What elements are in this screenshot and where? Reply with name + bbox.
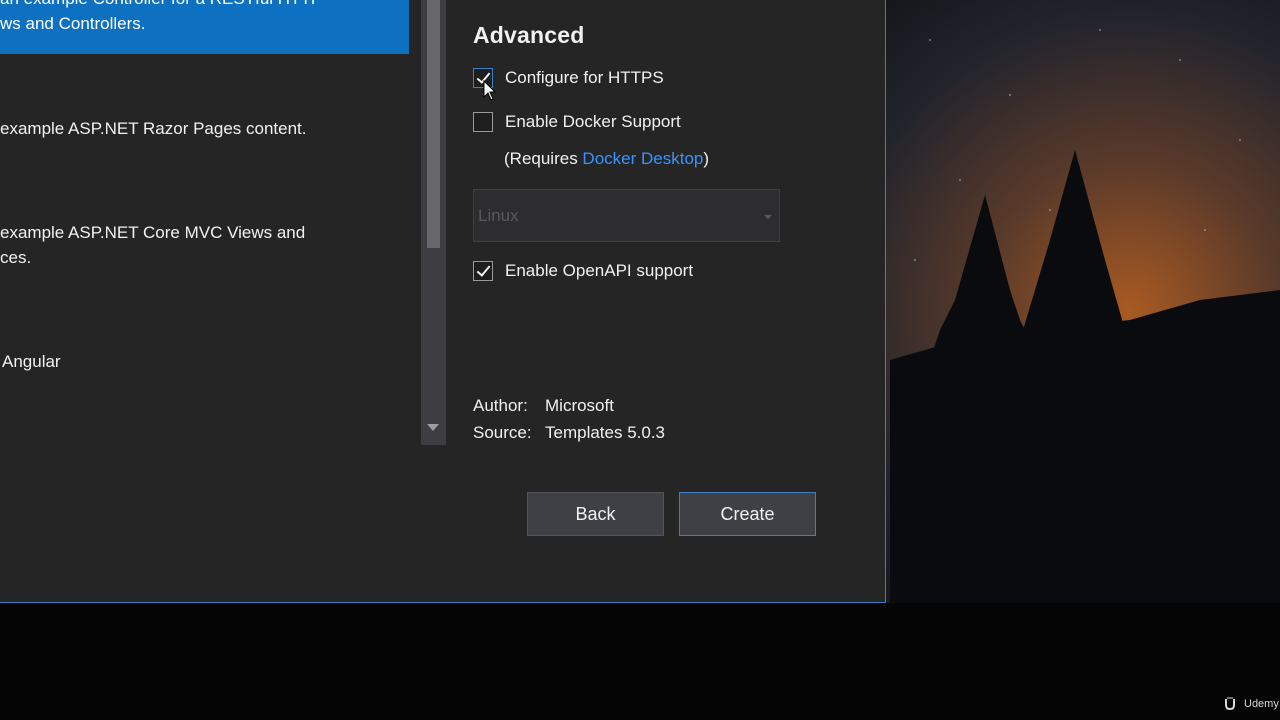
scrollbar-thumb[interactable] (427, 0, 440, 248)
docker-support-checkbox[interactable] (473, 112, 493, 132)
template-description-line: Angular (2, 352, 61, 371)
configure-https-label[interactable]: Configure for HTTPS (505, 68, 664, 88)
template-description-line: an example Controller for a RESTful HTTP (0, 0, 322, 11)
template-description-line: ws and Controllers. (0, 14, 146, 33)
advanced-section-title: Advanced (473, 22, 585, 48)
openapi-support-option[interactable]: Enable OpenAPI support (473, 261, 693, 281)
udemy-watermark: Udemy (1224, 697, 1279, 711)
template-list-scrollbar[interactable] (421, 0, 446, 445)
docker-requirement-note: (Requires Docker Desktop) (504, 149, 709, 169)
chevron-down-icon (764, 215, 772, 219)
openapi-support-label[interactable]: Enable OpenAPI support (505, 261, 693, 281)
template-list-item-selected[interactable]: an example Controller for a RESTful HTTP… (0, 0, 409, 54)
template-list: an example Controller for a RESTful HTTP… (0, 0, 420, 445)
docker-os-select-value: Linux (478, 206, 519, 225)
author-label: Author: (473, 396, 528, 415)
source-info: Source: Templates 5.0.3 (473, 423, 665, 443)
create-project-dialog: an example Controller for a RESTful HTTP… (0, 0, 886, 603)
create-button[interactable]: Create (679, 492, 816, 536)
docker-support-label[interactable]: Enable Docker Support (505, 112, 681, 132)
docker-note-prefix: (Requires (504, 149, 583, 168)
docker-note-suffix: ) (703, 149, 710, 168)
back-button[interactable]: Back (527, 492, 664, 536)
docker-support-option[interactable]: Enable Docker Support (473, 112, 681, 132)
template-description-line: example ASP.NET Razor Pages content. (0, 119, 307, 138)
docker-os-select[interactable]: Linux (473, 189, 780, 242)
author-info: Author: Microsoft (473, 396, 614, 416)
mouse-pointer-icon (483, 80, 497, 101)
source-label: Source: (473, 423, 532, 442)
template-description-line: ces. (0, 248, 32, 267)
docker-desktop-link[interactable]: Docker Desktop (582, 149, 703, 168)
watermark-text: Udemy (1244, 698, 1279, 710)
udemy-logo-icon (1225, 697, 1235, 711)
author-value: Microsoft (545, 396, 614, 415)
scroll-down-arrow-icon[interactable] (427, 424, 439, 431)
template-description-line: example ASP.NET Core MVC Views and (0, 223, 306, 242)
openapi-support-checkbox[interactable] (473, 261, 493, 281)
configure-https-option[interactable]: Configure for HTTPS (473, 68, 664, 88)
source-value: Templates 5.0.3 (545, 423, 666, 442)
